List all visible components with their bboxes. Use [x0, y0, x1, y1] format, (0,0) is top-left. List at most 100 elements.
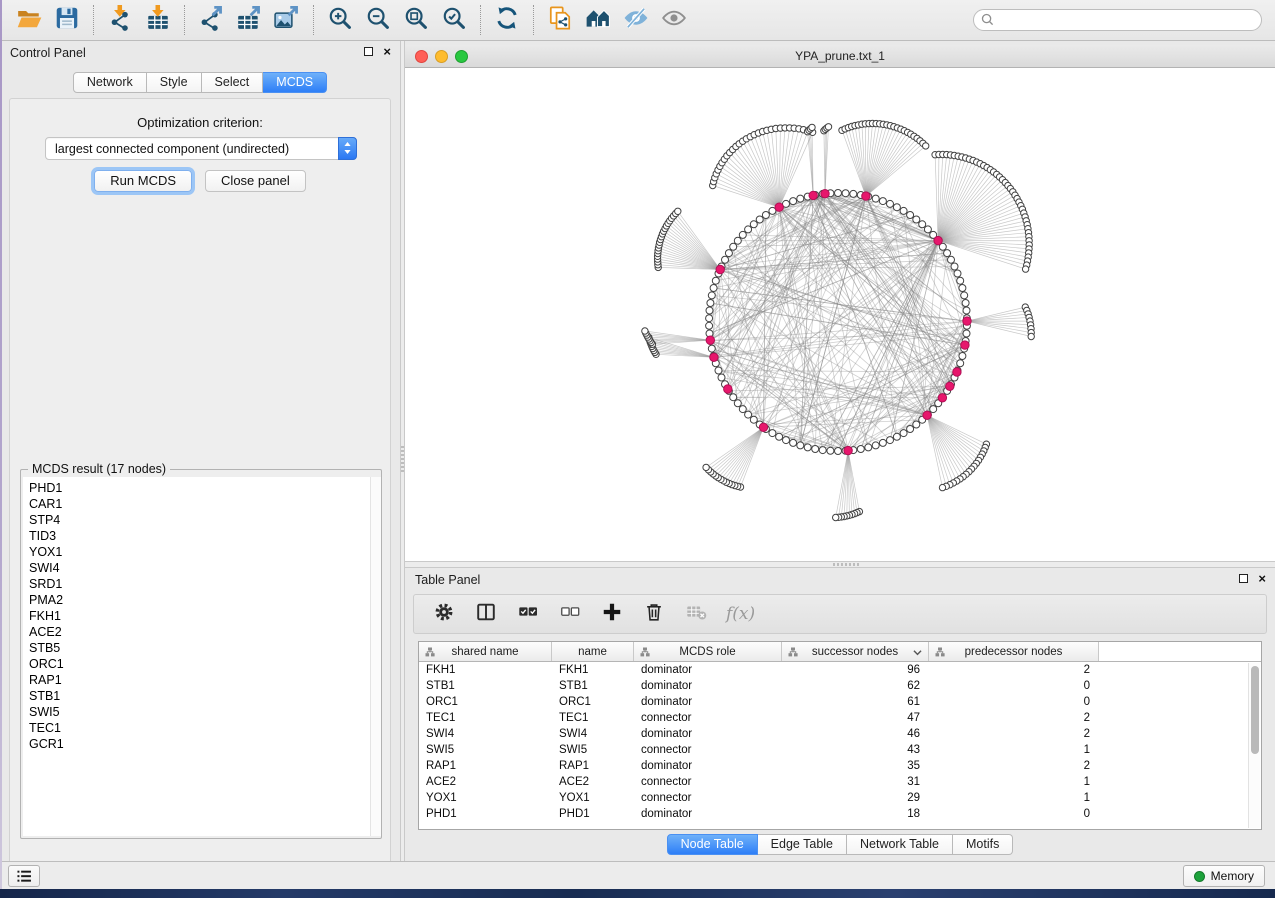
cell-name[interactable]: STB1	[552, 680, 634, 692]
zoom-selected-button[interactable]	[435, 3, 473, 37]
result-node-item[interactable]: STP4	[29, 512, 379, 528]
column-header-shared-name[interactable]: shared name	[419, 642, 552, 661]
save-session-button[interactable]	[48, 3, 86, 37]
tab-node-table[interactable]: Node Table	[667, 834, 758, 855]
import-table-button[interactable]	[139, 3, 177, 37]
cell-shared-name[interactable]: ORC1	[419, 696, 552, 708]
show-columns-button[interactable]	[472, 600, 500, 628]
cell-successor-nodes[interactable]: 43	[782, 744, 929, 756]
zoom-fit-button[interactable]	[397, 3, 435, 37]
column-header-name[interactable]: name	[552, 642, 634, 661]
cell-shared-name[interactable]: STB1	[419, 680, 552, 692]
cell-mcds-role[interactable]: dominator	[634, 760, 782, 772]
result-node-item[interactable]: PHD1	[29, 480, 379, 496]
cell-successor-nodes[interactable]: 35	[782, 760, 929, 772]
tab-style[interactable]: Style	[147, 72, 202, 93]
cell-mcds-role[interactable]: dominator	[634, 728, 782, 740]
open-session-button[interactable]	[10, 3, 48, 37]
cell-successor-nodes[interactable]: 61	[782, 696, 929, 708]
cell-predecessor-nodes[interactable]: 1	[929, 744, 1099, 756]
result-node-item[interactable]: TEC1	[29, 720, 379, 736]
cell-shared-name[interactable]: PHD1	[419, 808, 552, 820]
cell-shared-name[interactable]: ACE2	[419, 776, 552, 788]
table-row[interactable]: TEC1TEC1connector472	[419, 710, 1261, 726]
cell-mcds-role[interactable]: connector	[634, 712, 782, 724]
cell-mcds-role[interactable]: dominator	[634, 680, 782, 692]
result-node-item[interactable]: YOX1	[29, 544, 379, 560]
table-row[interactable]: ORC1ORC1dominator610	[419, 694, 1261, 710]
select-all-button[interactable]	[514, 600, 542, 628]
cell-successor-nodes[interactable]: 46	[782, 728, 929, 740]
cell-shared-name[interactable]: RAP1	[419, 760, 552, 772]
first-neighbors-button[interactable]	[579, 3, 617, 37]
network-canvas[interactable]	[405, 68, 1275, 560]
export-image-button[interactable]	[268, 3, 306, 37]
show-all-button[interactable]	[655, 3, 693, 37]
float-panel-icon[interactable]	[1239, 574, 1248, 583]
result-node-item[interactable]: FKH1	[29, 608, 379, 624]
network-window-titlebar[interactable]: YPA_prune.txt_1	[405, 45, 1275, 68]
cell-predecessor-nodes[interactable]: 2	[929, 760, 1099, 772]
result-node-item[interactable]: SWI5	[29, 704, 379, 720]
cell-name[interactable]: TEC1	[552, 712, 634, 724]
criterion-dropdown[interactable]: largest connected component (undirected)	[45, 137, 357, 160]
cell-name[interactable]: SWI5	[552, 744, 634, 756]
refresh-button[interactable]	[488, 3, 526, 37]
table-row[interactable]: YOX1YOX1connector291	[419, 790, 1261, 806]
cell-mcds-role[interactable]: dominator	[634, 808, 782, 820]
run-mcds-button[interactable]: Run MCDS	[94, 170, 192, 192]
result-node-item[interactable]: SWI4	[29, 560, 379, 576]
delete-column-button[interactable]	[640, 600, 668, 628]
table-row[interactable]: RAP1RAP1dominator352	[419, 758, 1261, 774]
close-panel-button[interactable]: Close panel	[205, 170, 306, 192]
cell-name[interactable]: FKH1	[552, 664, 634, 676]
result-node-item[interactable]: CAR1	[29, 496, 379, 512]
tab-motifs[interactable]: Motifs	[953, 834, 1013, 855]
result-node-item[interactable]: ORC1	[29, 656, 379, 672]
close-panel-icon[interactable]: ×	[1258, 573, 1266, 584]
table-row[interactable]: PHD1PHD1dominator180	[419, 806, 1261, 822]
cell-shared-name[interactable]: FKH1	[419, 664, 552, 676]
add-column-button[interactable]	[598, 600, 626, 628]
result-node-item[interactable]: TID3	[29, 528, 379, 544]
result-node-item[interactable]: STB1	[29, 688, 379, 704]
tab-network[interactable]: Network	[73, 72, 147, 93]
table-row[interactable]: ACE2ACE2connector311	[419, 774, 1261, 790]
cell-name[interactable]: ORC1	[552, 696, 634, 708]
result-node-item[interactable]: SRD1	[29, 576, 379, 592]
cell-mcds-role[interactable]: connector	[634, 776, 782, 788]
cell-name[interactable]: SWI4	[552, 728, 634, 740]
table-row[interactable]: STB1STB1dominator620	[419, 678, 1261, 694]
export-table-button[interactable]	[230, 3, 268, 37]
task-history-button[interactable]	[8, 865, 40, 887]
duplicate-network-button[interactable]	[541, 3, 579, 37]
cell-predecessor-nodes[interactable]: 1	[929, 776, 1099, 788]
column-header-predecessor-nodes[interactable]: predecessor nodes	[929, 642, 1099, 661]
deselect-all-button[interactable]	[556, 600, 584, 628]
cell-predecessor-nodes[interactable]: 2	[929, 664, 1099, 676]
cell-name[interactable]: YOX1	[552, 792, 634, 804]
memory-button[interactable]: Memory	[1183, 865, 1265, 887]
tab-mcds[interactable]: MCDS	[263, 72, 327, 93]
search-input[interactable]	[973, 9, 1262, 31]
table-scrollbar[interactable]	[1248, 663, 1260, 828]
cell-successor-nodes[interactable]: 96	[782, 664, 929, 676]
result-node-item[interactable]: GCR1	[29, 736, 379, 752]
scrollbar-thumb[interactable]	[1251, 666, 1259, 754]
cell-predecessor-nodes[interactable]: 1	[929, 792, 1099, 804]
cell-predecessor-nodes[interactable]: 2	[929, 712, 1099, 724]
import-network-button[interactable]	[101, 3, 139, 37]
tab-edge-table[interactable]: Edge Table	[758, 834, 847, 855]
table-row[interactable]: FKH1FKH1dominator962	[419, 662, 1261, 678]
cell-name[interactable]: PHD1	[552, 808, 634, 820]
column-header-mcds-role[interactable]: MCDS role	[634, 642, 782, 661]
network-graph[interactable]	[405, 68, 1275, 560]
zoom-in-button[interactable]	[321, 3, 359, 37]
horizontal-splitter[interactable]	[405, 561, 1275, 568]
cell-mcds-role[interactable]: connector	[634, 792, 782, 804]
cell-successor-nodes[interactable]: 29	[782, 792, 929, 804]
settings-button[interactable]	[430, 600, 458, 628]
cell-shared-name[interactable]: SWI4	[419, 728, 552, 740]
cell-name[interactable]: RAP1	[552, 760, 634, 772]
zoom-out-button[interactable]	[359, 3, 397, 37]
